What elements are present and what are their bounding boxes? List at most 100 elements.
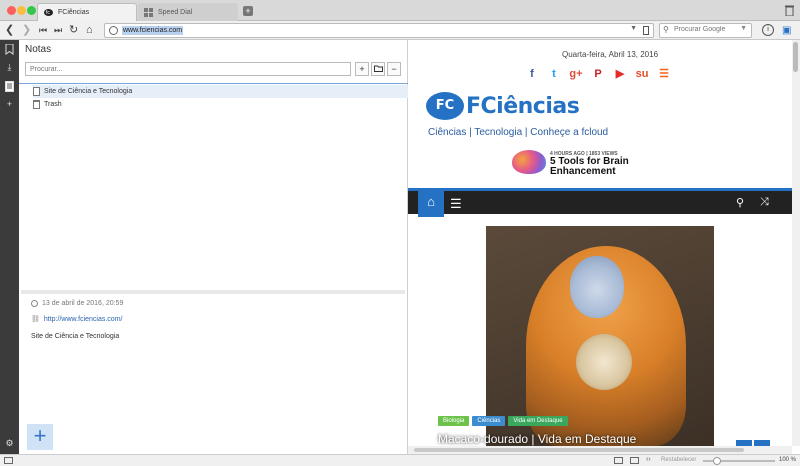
trash-icon[interactable] [785,5,794,19]
tab-fciencias[interactable]: fc FCiências [37,3,137,21]
trash-icon [33,100,40,109]
list-item[interactable]: Site de Ciência e Tecnologia [33,85,408,98]
sidebar-rail: ⤓ + ⚙ [0,40,19,454]
web-page: Quarta-feira, Abril 13, 2016 f t g+ P ▶ su ☰ F… [408,40,792,446]
scroll-thumb[interactable] [793,42,798,72]
extension-icon[interactable]: ▣ [782,23,791,38]
window-icon[interactable] [614,457,623,464]
menu-icon[interactable]: ☰ [450,196,462,212]
bookmarks-icon[interactable] [4,43,15,55]
chevron-down-icon[interactable]: ▼ [630,25,637,32]
featured-image[interactable] [486,226,714,446]
rss-icon[interactable]: ☰ [656,67,672,81]
notes-icon[interactable] [4,81,15,92]
logo-badge: FC [426,92,464,120]
tab-bar: fc FCiências Speed Dial + [0,0,800,21]
home-icon[interactable]: ⌂ [86,23,93,38]
new-folder-button[interactable] [371,62,385,76]
logo-text: FCiências [466,93,580,119]
new-tab-button[interactable]: + [243,6,253,16]
note-date-text: 13 de abril de 2016, 20:59 [42,300,124,307]
category-tag[interactable]: Biologia [438,416,470,426]
vertical-scrollbar[interactable] [792,40,800,446]
rewind-icon[interactable]: ⏮ [39,23,47,38]
zoom-slider-handle[interactable] [713,457,722,465]
social-links: f t g+ P ▶ su ☰ [524,67,672,81]
bookmark-icon[interactable] [643,26,649,35]
youtube-icon[interactable]: ▶ [612,67,628,81]
note-body[interactable]: Site de Ciência e Tecnologia [31,333,119,340]
home-icon[interactable]: ⌂ [418,188,444,217]
zoom-level: 100 % [779,457,797,463]
post-title[interactable]: Macaco-dourado | Vida em Destaque [438,432,636,446]
promo-banner[interactable]: 4 HOURS AGO | 1853 VIEWS 5 Tools for Bra… [512,150,642,177]
search-icon: ⚲ [663,25,669,34]
horizontal-scrollbar[interactable] [408,446,792,454]
site-logo[interactable]: FC FCiências [426,92,580,120]
info-icon[interactable]: i [762,24,774,36]
link-icon: ⛓ [31,316,40,323]
note-date: 13 de abril de 2016, 20:59 [31,300,123,307]
search-icon[interactable]: ⚲ [736,196,744,209]
delete-note-button[interactable]: − [387,62,401,76]
divider [19,83,408,84]
search-engine-field[interactable]: ⚲ ▼ [659,23,752,38]
speed-dial-icon [144,7,153,17]
monkey-baby [576,334,632,390]
pinterest-icon[interactable]: P [590,67,606,81]
note-title: Site de Ciência e Tecnologia [44,88,133,95]
panel-title: Notas [25,44,52,55]
site-navbar: ⌂ ☰ ⚲ ⤨ [408,188,792,217]
status-bar: ‹› Restabelecer 100 % [0,454,800,466]
site-date: Quarta-feira, Abril 13, 2016 [561,50,659,59]
globe-icon [109,26,118,35]
svg-text:fc: fc [46,10,51,16]
twitter-icon[interactable]: t [546,67,562,81]
forward-icon[interactable]: ❯ [22,23,31,38]
reset-zoom-button[interactable]: Restabelecer [661,457,696,463]
panel-toggle-icon[interactable] [4,457,13,464]
category-tag[interactable]: Vida em Destaque [508,416,568,426]
notes-panel: Notas + − Site de Ciência e Tecnologia T… [19,40,408,454]
fast-forward-icon[interactable]: ⏭ [54,23,62,38]
post-tags: Biologia Ciências Vida em Destaque [438,416,568,426]
fciencias-favicon-icon: fc [44,8,53,17]
tab-label: Speed Dial [158,8,193,16]
notes-search-input[interactable] [25,62,351,76]
promo-title: 5 Tools for Brain Enhancement [550,157,629,177]
tab-speed-dial[interactable]: Speed Dial [138,3,238,21]
folder-title: Trash [44,101,62,108]
back-icon[interactable]: ❮ [5,23,14,38]
facebook-icon[interactable]: f [524,67,540,81]
address-toolbar: ❮ ❯ ⏮ ⏭ ↻ ⌂ www.fciencias.com ▼ ⚲ ▼ i ▣ [0,21,800,40]
add-note-button[interactable]: + [355,62,369,76]
note-detail: 13 de abril de 2016, 20:59 ⛓ http://www.… [21,290,405,452]
add-button[interactable]: + [27,424,53,450]
list-item[interactable]: Trash [33,98,62,111]
url-text[interactable]: www.fciencias.com [122,26,184,35]
note-link[interactable]: ⛓ http://www.fciencias.com/ [31,315,123,324]
category-tag[interactable]: Ciências [472,416,506,426]
chevron-down-icon[interactable]: ▼ [740,25,747,32]
downloads-icon[interactable]: ⤓ [4,62,15,73]
promo-title-line2: Enhancement [550,166,616,177]
code-icon[interactable]: ‹› [646,456,651,463]
stumbleupon-icon[interactable]: su [634,67,650,81]
googleplus-icon[interactable]: g+ [568,67,584,81]
site-tagline: Ciências | Tecnologia | Conheçe a fcloud [428,127,609,138]
image-icon[interactable] [630,457,639,464]
search-input[interactable] [674,26,738,33]
clock-icon [31,300,38,307]
tab-label: FCiências [58,9,90,16]
minimize-window-button[interactable] [17,6,26,15]
gear-icon[interactable]: ⚙ [4,438,15,449]
reload-icon[interactable]: ↻ [69,23,78,38]
note-icon [33,87,40,96]
shuffle-icon[interactable]: ⤨ [760,196,769,209]
close-window-button[interactable] [7,6,16,15]
address-field[interactable]: www.fciencias.com ▼ [104,23,654,38]
add-panel-icon[interactable]: + [4,99,15,110]
note-link-text[interactable]: http://www.fciencias.com/ [44,316,123,323]
scroll-thumb[interactable] [414,448,744,452]
maximize-window-button[interactable] [27,6,36,15]
